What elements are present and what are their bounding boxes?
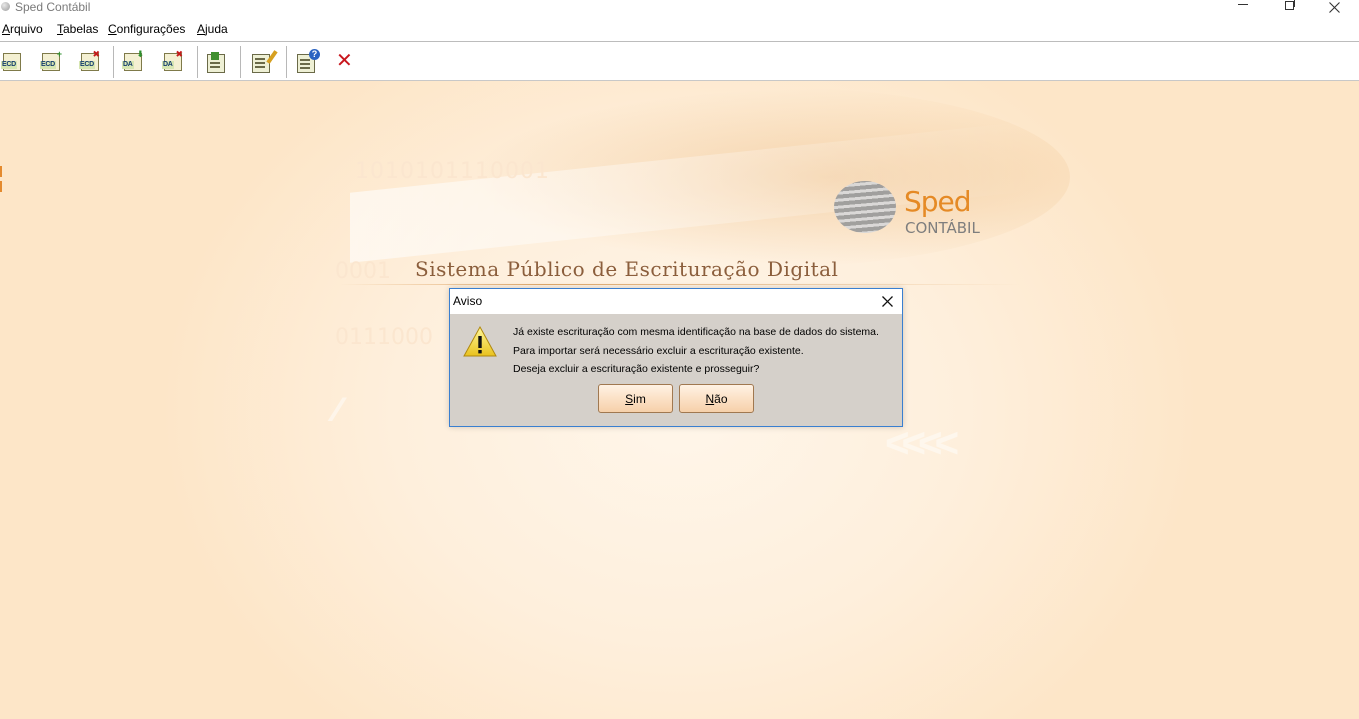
da-tag: DA — [162, 61, 174, 69]
no-button[interactable]: Não — [679, 384, 754, 413]
dialog-title: Aviso — [453, 294, 483, 308]
toolbar: ECD + ECD ✖ ECD ⬇ DA ✖ DA ? ✕ — [0, 41, 1359, 81]
doc-line — [255, 66, 265, 68]
restore-button[interactable] — [1274, 0, 1304, 14]
warning-dialog: Aviso Já existe escrituração com mesma i… — [449, 288, 903, 427]
menu-config-rest: onfigurações — [116, 22, 186, 36]
logo-subtitle: CONTÁBIL — [905, 219, 980, 237]
sped-app-icon — [1, 2, 10, 11]
menu-configuracoes[interactable]: Configurações — [108, 22, 185, 37]
menu-tabelas-rest: abelas — [63, 22, 99, 36]
delete-mark-icon: ✖ — [92, 49, 100, 59]
edit-settings-button[interactable] — [250, 50, 278, 74]
plus-icon: + — [56, 49, 62, 59]
menu-arquivo[interactable]: Arquivo — [2, 22, 43, 37]
exit-button[interactable]: ✕ — [333, 50, 359, 74]
menu-ajuda-rest: juda — [205, 22, 228, 36]
menu-arquivo-mnemonic: A — [2, 22, 11, 36]
close-icon — [1328, 1, 1340, 13]
ecd-open-icon: ECD — [1, 53, 23, 71]
no-label-rest: ão — [714, 391, 728, 406]
restore-icon — [1284, 0, 1295, 10]
ecd-tag: ECD — [79, 61, 95, 69]
menu-arquivo-rest: rquivo — [10, 22, 43, 36]
left-edge-marker — [0, 166, 2, 192]
doc-line — [300, 67, 310, 69]
pencil-shape — [266, 50, 278, 64]
da-import-icon: ⬇ DA — [122, 49, 144, 71]
toolbar-separator — [240, 46, 241, 78]
dialog-message-line: Para importar será necessário excluir a … — [513, 345, 804, 357]
menu-ajuda[interactable]: Ajuda — [197, 22, 228, 37]
doc-line — [255, 62, 265, 64]
dialog-message-line: Deseja excluir a escrituração existente … — [513, 363, 760, 375]
minimize-button[interactable] — [1228, 0, 1258, 14]
toolbar-separator — [286, 46, 287, 78]
menu-config-mnemonic: C — [108, 22, 117, 36]
doc-line — [255, 58, 265, 60]
export-arrow-shape — [211, 52, 219, 60]
edit-settings-icon — [252, 50, 278, 73]
ecd-tag: ECD — [1, 61, 17, 69]
ecd-new-button[interactable]: + ECD — [40, 50, 66, 74]
toolbar-separator — [197, 46, 198, 78]
yes-button[interactable]: Sim — [598, 384, 673, 413]
da-tag: DA — [122, 61, 134, 69]
binary-text: 0001 — [335, 259, 391, 284]
window-titlebar: Sped Contábil — [0, 0, 1359, 16]
binary-text: 0111000 — [335, 325, 433, 350]
ecd-delete-button[interactable]: ✖ ECD — [79, 50, 105, 74]
ecd-open-button[interactable]: ECD — [1, 50, 27, 74]
window-title: Sped Contábil — [15, 0, 91, 14]
menu-ajuda-mnemonic: A — [197, 22, 206, 36]
dialog-close-button[interactable] — [876, 292, 898, 311]
dialog-titlebar: Aviso — [450, 289, 902, 314]
dialog-message-line: Já existe escrituração com mesma identif… — [513, 326, 879, 338]
doc-line — [300, 63, 310, 65]
doc-line — [300, 59, 310, 61]
close-window-button[interactable] — [1319, 0, 1349, 14]
banner-tagline: Sistema Público de Escrituração Digital — [415, 257, 839, 281]
question-mark-shape: ? — [309, 49, 320, 60]
da-import-button[interactable]: ⬇ DA — [122, 50, 148, 74]
no-mnemonic: N — [705, 391, 715, 406]
help-button[interactable]: ? — [295, 49, 321, 74]
doc-line — [210, 66, 220, 68]
binary-text: 1010101110001 — [355, 159, 550, 184]
export-button[interactable] — [205, 50, 231, 74]
da-delete-icon: ✖ DA — [162, 49, 184, 71]
menu-bar: Arquivo Tabelas Configurações Ajuda — [0, 19, 1359, 40]
sped-contabil-logo: Sped CONTÁBIL — [834, 181, 984, 237]
ecd-tag: ECD — [40, 61, 56, 69]
menu-tabelas[interactable]: Tabelas — [57, 22, 98, 37]
logo-name: Sped — [904, 185, 972, 218]
sped-globe-icon — [834, 181, 896, 233]
ecd-delete-icon: ✖ ECD — [79, 49, 101, 71]
minimize-icon — [1238, 3, 1248, 5]
yes-label-rest: im — [633, 391, 646, 406]
toolbar-separator — [113, 46, 114, 78]
ecd-new-icon: + ECD — [40, 49, 62, 71]
arrow-down-icon: ⬇ — [136, 49, 144, 59]
da-delete-button[interactable]: ✖ DA — [162, 50, 188, 74]
close-icon — [881, 296, 893, 307]
doc-line — [210, 62, 220, 64]
help-icon: ? — [297, 49, 320, 73]
exit-icon: ✕ — [336, 50, 353, 72]
delete-mark-icon: ✖ — [175, 49, 183, 59]
export-icon — [207, 52, 225, 73]
tagline-underline — [340, 284, 1020, 285]
warning-icon — [463, 325, 497, 357]
yes-mnemonic: S — [625, 391, 634, 406]
